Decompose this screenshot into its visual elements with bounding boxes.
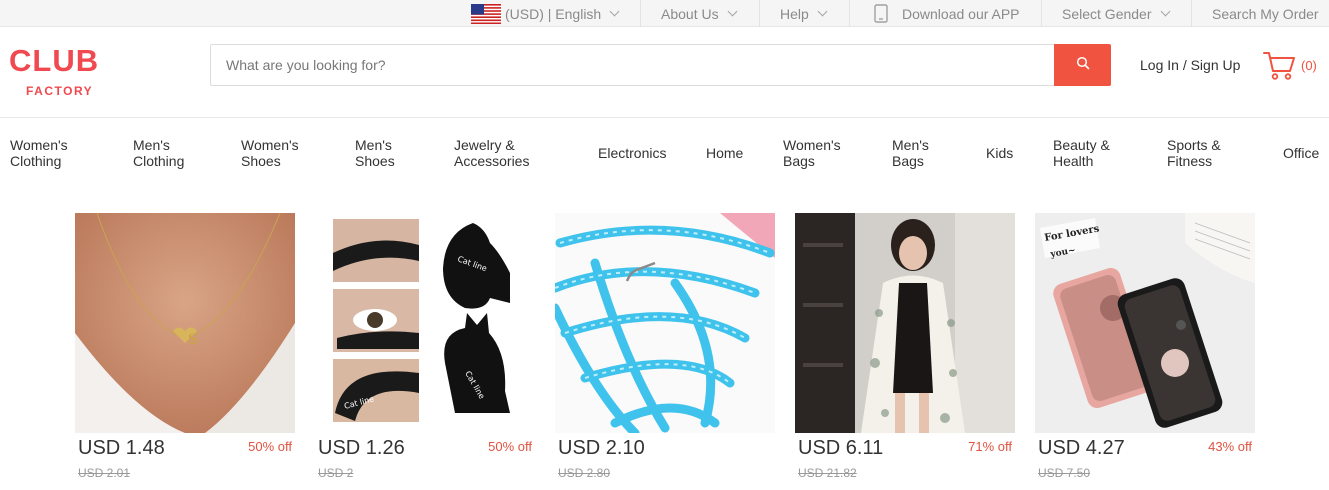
nav-jewelry-accessories[interactable]: Jewelry & Accessories bbox=[454, 137, 544, 169]
search-input[interactable] bbox=[211, 45, 1054, 85]
logo-text-club: CLUB bbox=[9, 43, 100, 78]
about-us-menu[interactable]: About Us bbox=[661, 0, 738, 27]
search-bar bbox=[210, 44, 1111, 86]
chevron-down-icon bbox=[1160, 6, 1170, 17]
product-card[interactable]: Cat line Cat line Cat line USD 1.26 50% … bbox=[315, 213, 535, 480]
product-original-price: USD 7.50 bbox=[1038, 466, 1091, 480]
nav-kids[interactable]: Kids bbox=[986, 145, 1013, 161]
select-gender-menu[interactable]: Select Gender bbox=[1062, 0, 1170, 27]
nav-womens-bags[interactable]: Women's Bags bbox=[783, 137, 853, 169]
product-card[interactable]: S USD 1.48 50% off USD 2.01 bbox=[75, 213, 295, 480]
svg-text:S: S bbox=[188, 332, 198, 348]
nav-office[interactable]: Office bbox=[1283, 145, 1319, 161]
product-original-price: USD 2.80 bbox=[558, 466, 611, 480]
cart-count-badge: (0) bbox=[1301, 58, 1317, 73]
nav-mens-shoes[interactable]: Men's Shoes bbox=[355, 137, 405, 169]
chevron-down-icon bbox=[817, 6, 828, 17]
product-price: USD 1.48 bbox=[78, 437, 165, 459]
product-discount: 43% off bbox=[1208, 439, 1252, 454]
currency-language-label: (USD) | English bbox=[505, 5, 602, 22]
us-flag-icon bbox=[471, 3, 501, 24]
chevron-down-icon bbox=[609, 6, 620, 17]
search-icon bbox=[1076, 56, 1090, 75]
product-discount: 50% off bbox=[248, 439, 292, 454]
nav-home[interactable]: Home bbox=[706, 145, 743, 161]
about-us-label: About Us bbox=[661, 5, 719, 22]
product-price: USD 1.26 bbox=[318, 437, 405, 459]
nav-mens-clothing[interactable]: Men's Clothing bbox=[133, 137, 193, 169]
top-utility-bar: (USD) | English About Us Help Download o… bbox=[0, 0, 1329, 27]
product-image-necklace[interactable]: S bbox=[75, 213, 295, 433]
nav-sports-fitness[interactable]: Sports & Fitness bbox=[1167, 137, 1237, 169]
nav-electronics[interactable]: Electronics bbox=[598, 145, 666, 161]
cart-icon[interactable] bbox=[1262, 49, 1296, 81]
product-card[interactable]: USD 6.11 71% off USD 21.82 bbox=[795, 213, 1015, 480]
nav-mens-bags[interactable]: Men's Bags bbox=[892, 137, 942, 169]
separator bbox=[1041, 0, 1042, 27]
product-discount: 71% off bbox=[968, 439, 1012, 454]
product-image-phone-case[interactable]: For lovers you~ bbox=[1035, 213, 1255, 433]
nav-womens-clothing[interactable]: Women's Clothing bbox=[10, 137, 90, 169]
search-button[interactable] bbox=[1054, 44, 1111, 86]
product-discount: 50% off bbox=[488, 439, 532, 454]
help-label: Help bbox=[780, 5, 809, 22]
product-original-price: USD 2.01 bbox=[78, 466, 131, 480]
header-divider bbox=[0, 117, 1329, 118]
login-signup-link[interactable]: Log In / Sign Up bbox=[1140, 57, 1240, 73]
product-image-clothesline[interactable] bbox=[555, 213, 775, 433]
product-original-price: USD 2 bbox=[318, 466, 354, 480]
currency-language-selector[interactable]: (USD) | English bbox=[471, 0, 620, 27]
nav-beauty-health[interactable]: Beauty & Health bbox=[1053, 137, 1123, 169]
product-card[interactable]: For lovers you~ USD 4.27 43% off USD 7.5… bbox=[1035, 213, 1255, 480]
product-image-kimono-cardigan[interactable] bbox=[795, 213, 1015, 433]
download-app-label: Download our APP bbox=[902, 5, 1020, 22]
search-my-order-link[interactable]: Search My Order bbox=[1212, 0, 1319, 27]
product-card[interactable]: USD 2.10 USD 2.80 bbox=[555, 213, 775, 480]
product-original-price: USD 21.82 bbox=[798, 466, 857, 480]
separator bbox=[849, 0, 850, 27]
chevron-down-icon bbox=[727, 6, 738, 17]
nav-womens-shoes[interactable]: Women's Shoes bbox=[241, 137, 311, 169]
separator bbox=[759, 0, 760, 27]
product-image-eyeliner-stencil[interactable]: Cat line Cat line Cat line bbox=[315, 213, 535, 433]
select-gender-label: Select Gender bbox=[1062, 5, 1152, 22]
separator bbox=[640, 0, 641, 27]
club-factory-logo[interactable]: CLUB FACTORY bbox=[9, 44, 129, 100]
product-price: USD 4.27 bbox=[1038, 437, 1125, 459]
download-app-link[interactable]: Download our APP bbox=[874, 0, 1020, 27]
phone-icon bbox=[874, 4, 888, 23]
product-price: USD 2.10 bbox=[558, 437, 645, 459]
help-menu[interactable]: Help bbox=[780, 0, 828, 27]
separator bbox=[1191, 0, 1192, 27]
search-my-order-label: Search My Order bbox=[1212, 5, 1319, 22]
logo-text-factory: FACTORY bbox=[26, 84, 94, 98]
product-price: USD 6.11 bbox=[798, 437, 884, 459]
